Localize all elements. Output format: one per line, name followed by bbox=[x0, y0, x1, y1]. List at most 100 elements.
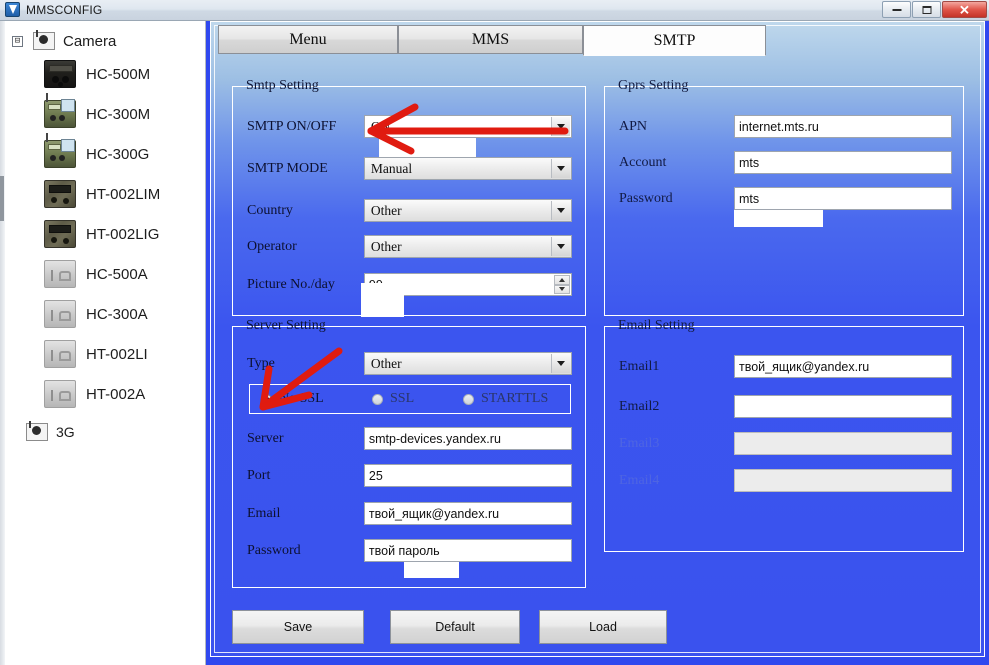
camera-dark-icon bbox=[44, 60, 76, 88]
select-country[interactable]: Other bbox=[363, 199, 572, 222]
minimize-button[interactable] bbox=[882, 1, 911, 18]
action-button-row: Save Default Load bbox=[232, 610, 962, 646]
main-panel: Menu MMS SMTP Smtp Setting SMTP ON/OFF O bbox=[206, 21, 989, 665]
label-apn: APN bbox=[619, 118, 648, 134]
radio-indicator-icon[interactable] bbox=[372, 393, 383, 405]
tree-item-label: HT-002LIM bbox=[86, 185, 161, 203]
radio-no-ssl[interactable]: No SSL bbox=[261, 391, 324, 407]
input-port[interactable]: 25 bbox=[363, 464, 572, 487]
collapse-icon[interactable]: ⊟ bbox=[12, 35, 23, 47]
tree-item-ht-002lig[interactable]: HT-002LIG bbox=[0, 214, 205, 254]
camera-grey-icon bbox=[44, 380, 76, 408]
tree-item-hc-300a[interactable]: HC-300A bbox=[0, 294, 205, 334]
input-gprs-password[interactable]: mts bbox=[734, 187, 952, 210]
label-server-password: Password bbox=[247, 542, 301, 558]
tree-item-hc-300m[interactable]: HC-300M bbox=[0, 93, 205, 134]
radio-starttls[interactable]: STARTTLS bbox=[463, 391, 548, 407]
tab-mms[interactable]: MMS bbox=[398, 25, 583, 54]
input-server-password[interactable]: твой пароль bbox=[363, 539, 572, 562]
group-gprs-setting: Gprs Setting APN internet.mts.ru Account… bbox=[604, 78, 964, 316]
camera-grey-icon bbox=[44, 260, 76, 288]
save-button[interactable]: Save bbox=[232, 610, 364, 644]
render-artifact bbox=[734, 210, 823, 227]
spinner-picture-no-day[interactable] bbox=[554, 275, 570, 294]
camera-folder-icon bbox=[33, 30, 55, 50]
camera-green-icon bbox=[44, 93, 76, 128]
label-server: Server bbox=[247, 430, 284, 446]
input-email1[interactable]: твой_ящик@yandex.ru bbox=[734, 355, 952, 378]
tab-panel-smtp: Smtp Setting SMTP ON/OFF ON SMTP MODE Ma… bbox=[218, 54, 977, 650]
app-logo-icon bbox=[5, 2, 20, 17]
tab-label: SMTP bbox=[653, 31, 696, 49]
select-type[interactable]: Other bbox=[363, 352, 572, 375]
group-title: Email Setting bbox=[618, 318, 695, 333]
tree-item-ht-002a[interactable]: HT-002A bbox=[0, 374, 205, 414]
input-server-password-value: твой пароль bbox=[368, 543, 440, 558]
tree-item-label: HC-500A bbox=[86, 265, 148, 283]
radio-ssl[interactable]: SSL bbox=[372, 391, 414, 407]
tab-smtp[interactable]: SMTP bbox=[583, 25, 766, 56]
chevron-down-icon[interactable] bbox=[551, 117, 570, 136]
input-server-value: smtp-devices.yandex.ru bbox=[368, 431, 501, 446]
input-server[interactable]: smtp-devices.yandex.ru bbox=[363, 427, 572, 450]
tree-node-camera[interactable]: ⊟ Camera bbox=[0, 28, 205, 54]
load-button[interactable]: Load bbox=[539, 610, 667, 644]
select-operator[interactable]: Other bbox=[363, 235, 572, 258]
select-operator-value: Other bbox=[370, 238, 402, 254]
camera-folder-icon bbox=[26, 421, 48, 441]
radio-starttls-label: STARTTLS bbox=[481, 391, 549, 406]
camera-camo-icon bbox=[44, 220, 76, 248]
input-server-email[interactable]: твой_ящик@yandex.ru bbox=[363, 502, 572, 525]
close-button[interactable]: ✕ bbox=[942, 1, 987, 18]
input-email1-value: твой_ящик@yandex.ru bbox=[739, 359, 870, 374]
spinner-up-icon[interactable] bbox=[554, 275, 570, 285]
label-picture-no-day: Picture No./day bbox=[247, 276, 335, 292]
label-server-email: Email bbox=[247, 505, 281, 521]
input-email2[interactable] bbox=[734, 395, 952, 418]
window-title: MMSCONFIG bbox=[26, 2, 103, 17]
label-email3: Email3 bbox=[619, 435, 660, 451]
tab-bar: Menu MMS SMTP bbox=[218, 25, 982, 56]
tree-item-label: HC-500M bbox=[86, 65, 151, 83]
tree-item-label: HC-300A bbox=[86, 305, 148, 323]
chevron-down-icon[interactable] bbox=[551, 237, 570, 256]
load-button-label: Load bbox=[589, 620, 617, 634]
label-email1: Email1 bbox=[619, 358, 660, 374]
window-controls: ✕ bbox=[881, 1, 987, 18]
input-server-email-value: твой_ящик@yandex.ru bbox=[368, 506, 500, 521]
select-smtp-onoff[interactable]: ON bbox=[363, 115, 572, 138]
sidebar-device-tree: ⊟ Camera HC-500M HC-300M HC-300G HT-002L… bbox=[0, 21, 206, 665]
label-country: Country bbox=[247, 202, 293, 218]
radio-indicator-icon[interactable] bbox=[463, 393, 474, 405]
chevron-down-icon[interactable] bbox=[551, 159, 570, 178]
render-artifact bbox=[404, 562, 459, 578]
tree-item-hc-300g[interactable]: HC-300G bbox=[0, 133, 205, 174]
label-email2: Email2 bbox=[619, 398, 660, 414]
select-smtp-onoff-value: ON bbox=[370, 118, 391, 134]
maximize-button[interactable] bbox=[912, 1, 941, 18]
group-title: Gprs Setting bbox=[618, 78, 689, 93]
select-smtp-mode[interactable]: Manual bbox=[363, 157, 572, 180]
default-button[interactable]: Default bbox=[390, 610, 520, 644]
camera-camo-icon bbox=[44, 180, 76, 208]
input-account[interactable]: mts bbox=[734, 151, 952, 174]
tree-item-ht-002lim[interactable]: HT-002LIM bbox=[0, 174, 205, 214]
tree-node-3g[interactable]: 3G bbox=[0, 414, 205, 450]
tree-item-hc-500a[interactable]: HC-500A bbox=[0, 254, 205, 294]
spinner-down-icon[interactable] bbox=[554, 284, 570, 294]
tree-item-hc-500m[interactable]: HC-500M bbox=[0, 54, 205, 94]
group-email-setting: Email Setting Email1 твой_ящик@yandex.ru… bbox=[604, 318, 964, 552]
camera-green-icon bbox=[44, 133, 76, 168]
group-server-setting: Server Setting Type Other No SSL SSL STA… bbox=[232, 318, 586, 588]
tab-label: Menu bbox=[289, 30, 327, 48]
chevron-down-icon[interactable] bbox=[551, 354, 570, 373]
tab-menu[interactable]: Menu bbox=[218, 25, 398, 54]
default-button-label: Default bbox=[435, 620, 475, 634]
ssl-mode-radio-group: No SSL SSL STARTTLS bbox=[249, 384, 571, 414]
chevron-down-icon[interactable] bbox=[551, 201, 570, 220]
tree-item-ht-002li[interactable]: HT-002LI bbox=[0, 334, 205, 374]
camera-grey-icon bbox=[44, 300, 76, 328]
label-type: Type bbox=[247, 355, 275, 371]
input-apn[interactable]: internet.mts.ru bbox=[734, 115, 952, 138]
radio-indicator-icon[interactable] bbox=[261, 393, 272, 405]
